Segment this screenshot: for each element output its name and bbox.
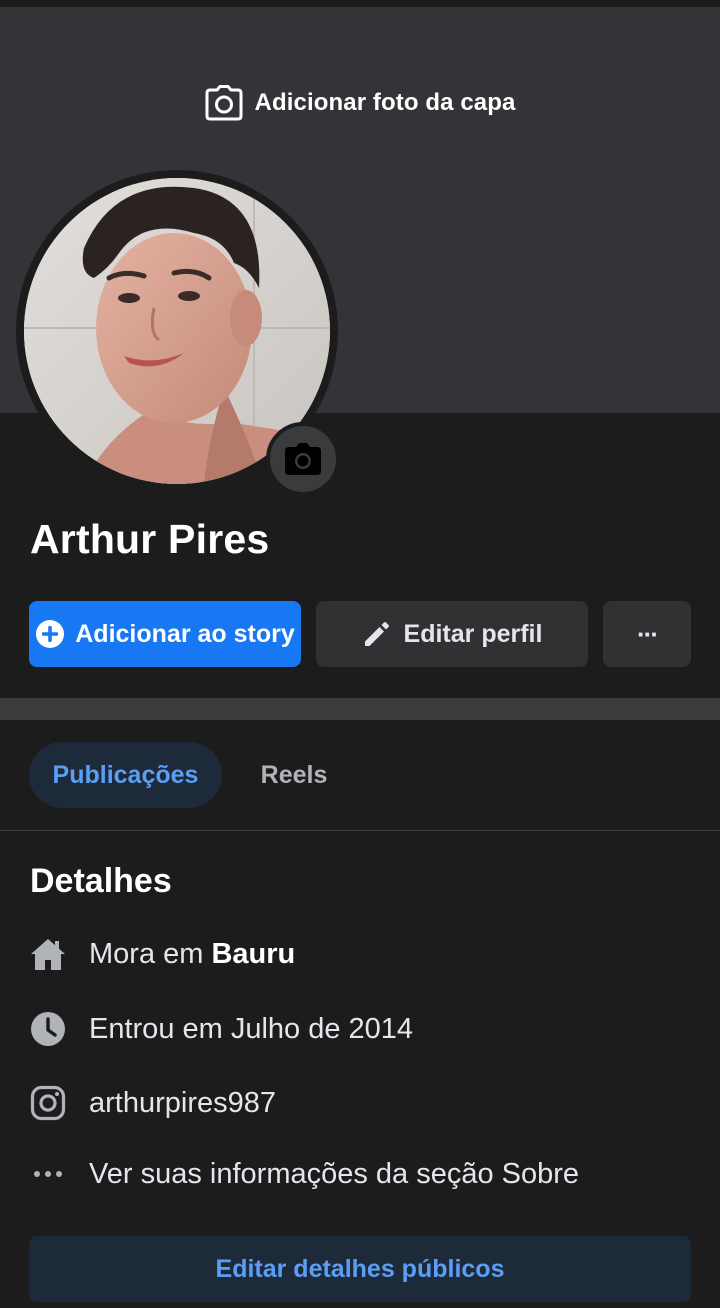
details-heading: Detalhes xyxy=(30,862,172,900)
detail-joined: Entrou em Julho de 2014 xyxy=(30,1009,690,1049)
edit-public-details-button[interactable]: Editar detalhes públicos xyxy=(29,1236,691,1302)
tab-reels-label: Reels xyxy=(260,760,328,789)
pencil-icon xyxy=(364,622,389,646)
instagram-icon xyxy=(30,1085,66,1121)
detail-lives-in: Mora em Bauru xyxy=(30,934,690,974)
detail-instagram-text[interactable]: arthurpires987 xyxy=(89,1087,276,1120)
add-to-story-label: Adicionar ao story xyxy=(75,619,295,648)
camera-icon xyxy=(285,443,321,475)
status-bar-edge xyxy=(0,0,720,7)
profile-name: Arthur Pires xyxy=(30,516,270,562)
lives-city[interactable]: Bauru xyxy=(211,938,295,970)
tab-reels[interactable]: Reels xyxy=(240,742,348,808)
detail-about[interactable]: Ver suas informações da seção Sobre xyxy=(30,1154,690,1194)
tabs-divider xyxy=(0,830,720,831)
more-options-button[interactable]: ··· xyxy=(603,601,691,667)
lives-prefix: Mora em xyxy=(89,937,212,970)
section-divider xyxy=(0,698,720,720)
profile-page: Adicionar foto da capa Arthur Pires Adic… xyxy=(0,0,720,1308)
edit-public-details-label: Editar detalhes públicos xyxy=(215,1254,505,1283)
add-cover-photo-button[interactable]: Adicionar foto da capa xyxy=(0,83,720,123)
detail-about-text[interactable]: Ver suas informações da seção Sobre xyxy=(89,1158,579,1191)
clock-icon xyxy=(30,1011,66,1047)
home-icon xyxy=(30,936,66,972)
detail-lives-in-text: Mora em Bauru xyxy=(89,938,295,971)
add-to-story-button[interactable]: Adicionar ao story xyxy=(29,601,301,667)
tab-publicacoes-label: Publicações xyxy=(52,760,199,789)
change-profile-photo-button[interactable] xyxy=(266,422,340,496)
edit-profile-button[interactable]: Editar perfil xyxy=(316,601,588,667)
tab-publicacoes[interactable]: Publicações xyxy=(29,742,222,808)
dots-icon xyxy=(30,1156,66,1192)
detail-joined-text: Entrou em Julho de 2014 xyxy=(89,1012,414,1045)
detail-instagram[interactable]: arthurpires987 xyxy=(30,1083,690,1123)
plus-circle-icon xyxy=(36,620,65,648)
edit-profile-label: Editar perfil xyxy=(403,619,543,648)
camera-icon xyxy=(205,85,243,121)
more-dots-icon: ··· xyxy=(637,619,659,649)
add-cover-photo-label: Adicionar foto da capa xyxy=(254,89,516,116)
